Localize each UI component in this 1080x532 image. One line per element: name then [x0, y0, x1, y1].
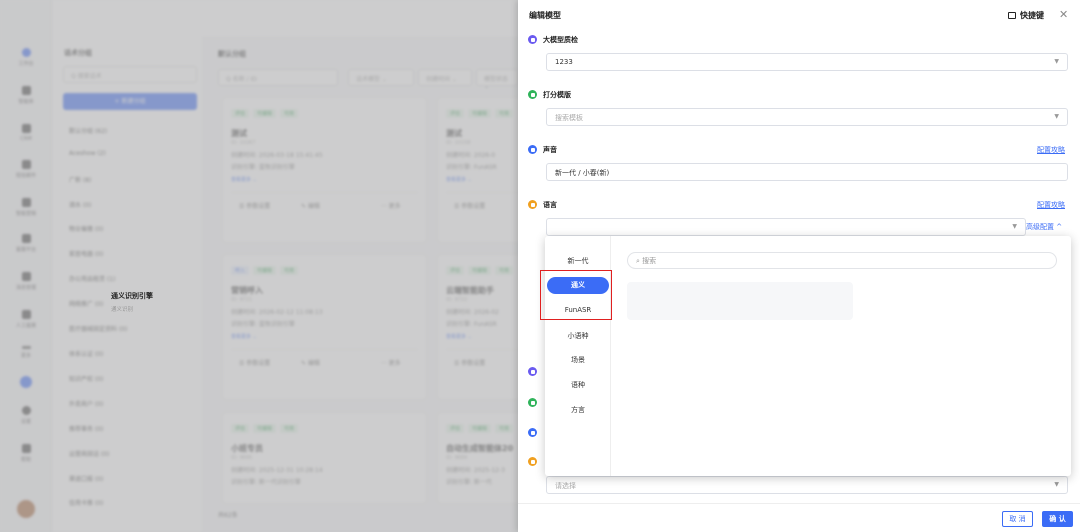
- section-label: 大模型质检: [543, 36, 578, 44]
- voice-field[interactable]: 新一代 / 小春(新): [546, 163, 1068, 181]
- modal-overlay[interactable]: [0, 0, 518, 532]
- section-icon: [528, 398, 537, 407]
- llm-qa-value: 1233: [555, 58, 573, 66]
- language-select[interactable]: ▼: [546, 218, 1026, 236]
- close-icon[interactable]: ✕: [1059, 8, 1068, 21]
- edit-model-drawer: 编辑模型 快捷键 ✕ 大模型质检 1233 ▼ 打分模版 搜索模板 ▼ 声音 配置攻…: [518, 0, 1080, 532]
- section-icon: [528, 428, 537, 437]
- bottom-select-placeholder: 请选择: [555, 482, 576, 490]
- llm-qa-icon: [528, 35, 537, 44]
- category-language[interactable]: 语种: [545, 380, 611, 390]
- chevron-down-icon: ▼: [1012, 223, 1017, 230]
- category-scene[interactable]: 场景: [545, 355, 611, 365]
- engine-cascader-popup: 新一代 通义 FunASR 小语种 场景 语种 方言 ⌕ 搜索: [545, 236, 1071, 476]
- llm-qa-select[interactable]: 1233 ▼: [546, 53, 1068, 71]
- chevron-down-icon: ▼: [1054, 113, 1059, 120]
- category-dialect[interactable]: 方言: [545, 405, 611, 415]
- section-label: 语言: [543, 201, 557, 209]
- section-icon: [528, 457, 537, 466]
- highlight-box: [540, 270, 612, 320]
- engine-option[interactable]: [627, 282, 853, 320]
- score-template-icon: [528, 90, 537, 99]
- section-icon: [528, 367, 537, 376]
- engine-option-name: 通义识别引擎: [111, 292, 153, 300]
- score-template-select[interactable]: 搜索模板 ▼: [546, 108, 1068, 126]
- section-label: 声音: [543, 146, 557, 154]
- chevron-down-icon: ▼: [1054, 481, 1059, 488]
- category-minor-language[interactable]: 小语种: [545, 331, 611, 341]
- score-template-placeholder: 搜索模板: [555, 114, 583, 122]
- bottom-select[interactable]: 请选择 ▼: [546, 476, 1068, 494]
- keyboard-icon: [1008, 12, 1016, 19]
- language-guide-link[interactable]: 配置攻略: [1037, 200, 1065, 210]
- drawer-footer: 取 消 确 认: [518, 503, 1080, 532]
- cancel-button[interactable]: 取 消: [1002, 511, 1033, 527]
- voice-guide-link[interactable]: 配置攻略: [1037, 145, 1065, 155]
- engine-search-placeholder: 搜索: [642, 257, 657, 265]
- advanced-config-link[interactable]: 高级配置 ^: [1026, 222, 1062, 232]
- drawer-title: 编辑模型: [529, 11, 561, 20]
- category-new-gen[interactable]: 新一代: [545, 256, 611, 266]
- shortcut-label: 快捷键: [1020, 11, 1044, 20]
- shortcut-button[interactable]: 快捷键: [1008, 10, 1044, 21]
- engine-option-desc: 通义识别: [111, 307, 134, 313]
- voice-value: 新一代 / 小春(新): [555, 169, 610, 177]
- voice-icon: [528, 145, 537, 154]
- chevron-down-icon: ▼: [1054, 58, 1059, 65]
- language-icon: [528, 200, 537, 209]
- engine-search-input[interactable]: ⌕ 搜索: [627, 252, 1057, 269]
- section-label: 打分模版: [543, 91, 571, 99]
- confirm-button[interactable]: 确 认: [1042, 511, 1073, 527]
